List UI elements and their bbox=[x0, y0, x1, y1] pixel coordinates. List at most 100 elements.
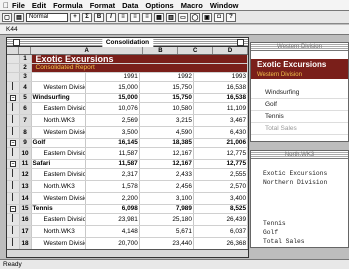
value-cell[interactable]: 25,180 bbox=[139, 213, 194, 226]
menu-formula[interactable]: Formula bbox=[53, 1, 83, 10]
column-header-a[interactable]: A bbox=[31, 47, 144, 54]
align-left-icon[interactable]: ≡ bbox=[118, 12, 128, 22]
value-cell[interactable]: 5,671 bbox=[139, 225, 194, 238]
menu-window[interactable]: Window bbox=[210, 1, 239, 10]
value-cell[interactable]: 26,439 bbox=[193, 213, 248, 226]
value-cell[interactable]: 3,400 bbox=[193, 192, 248, 205]
menu-macro[interactable]: Macro bbox=[181, 1, 203, 10]
row-header[interactable]: 5 bbox=[19, 93, 32, 103]
row-label-cell[interactable]: Eastern Division bbox=[31, 168, 86, 181]
row-header[interactable]: 4 bbox=[19, 81, 32, 94]
row-header[interactable]: 18 bbox=[19, 237, 32, 250]
value-cell[interactable]: 6,037 bbox=[193, 225, 248, 238]
column-header-c[interactable]: C bbox=[178, 47, 214, 54]
row-label-cell[interactable]: Windsurfing bbox=[31, 93, 86, 103]
row-header[interactable]: 7 bbox=[19, 114, 32, 127]
select-all-corner[interactable] bbox=[19, 47, 31, 54]
menu-data[interactable]: Data bbox=[122, 1, 138, 10]
value-cell[interactable]: 16,145 bbox=[85, 138, 140, 148]
row-label-cell[interactable]: Tennis bbox=[31, 204, 86, 214]
value-cell[interactable]: 12,167 bbox=[139, 159, 194, 169]
value-cell[interactable]: 12,167 bbox=[139, 147, 194, 160]
row-header[interactable]: 14 bbox=[19, 192, 32, 205]
row-label-cell[interactable]: North.WK3 bbox=[31, 114, 86, 127]
menu-options[interactable]: Options bbox=[145, 1, 173, 10]
row-label-cell[interactable]: North.WK3 bbox=[31, 225, 86, 238]
row-header[interactable]: 8 bbox=[19, 126, 32, 139]
year-header[interactable]: 1992 bbox=[139, 72, 194, 82]
value-cell[interactable]: 11,587 bbox=[85, 147, 140, 160]
row-header[interactable]: 11 bbox=[19, 159, 32, 169]
row-label-cell[interactable]: Western Division bbox=[31, 237, 86, 250]
value-cell[interactable]: 2,569 bbox=[85, 114, 140, 127]
row-label-cell[interactable]: Safari bbox=[31, 159, 86, 169]
style-select[interactable]: Normal bbox=[26, 12, 68, 22]
row-header[interactable]: 1 bbox=[19, 55, 32, 64]
zoom-box-icon[interactable] bbox=[237, 39, 244, 46]
text-box-icon[interactable]: ▣ bbox=[202, 12, 212, 22]
value-cell[interactable]: 7,989 bbox=[139, 204, 194, 214]
outline-collapse-icon[interactable]: – bbox=[7, 159, 20, 169]
row-header[interactable]: 12 bbox=[19, 168, 32, 181]
value-cell[interactable]: 6,098 bbox=[85, 204, 140, 214]
bold-button[interactable]: B bbox=[94, 12, 104, 22]
sheet-subtitle[interactable]: Consolidated Report bbox=[31, 63, 248, 73]
value-cell[interactable]: 3,100 bbox=[139, 192, 194, 205]
row-header[interactable]: 3 bbox=[19, 72, 32, 82]
value-cell[interactable]: 12,775 bbox=[193, 147, 248, 160]
chart-icon[interactable]: ▥ bbox=[166, 12, 176, 22]
open-icon[interactable]: ▤ bbox=[14, 12, 24, 22]
value-cell[interactable]: 10,076 bbox=[85, 102, 140, 115]
drawing-icon[interactable]: ◯ bbox=[190, 12, 200, 22]
outline-collapse-icon[interactable]: – bbox=[7, 204, 20, 214]
sheet-title[interactable]: Exotic Excursions bbox=[31, 55, 248, 64]
value-cell[interactable]: 15,000 bbox=[85, 81, 140, 94]
value-cell[interactable]: 11,587 bbox=[85, 159, 140, 169]
row-header[interactable]: 10 bbox=[19, 147, 32, 160]
row-header[interactable]: 9 bbox=[19, 138, 32, 148]
value-cell[interactable]: 1,578 bbox=[85, 180, 140, 193]
value-cell[interactable]: 4,148 bbox=[85, 225, 140, 238]
row-label-cell[interactable]: North.WK3 bbox=[31, 180, 86, 193]
select-icon[interactable]: ▭ bbox=[178, 12, 188, 22]
value-cell[interactable]: 2,570 bbox=[193, 180, 248, 193]
consolidation-window[interactable]: Consolidation A B C D 1 Exotic Excursion… bbox=[6, 37, 249, 258]
row-label-cell[interactable]: Western Division bbox=[31, 126, 86, 139]
align-right-icon[interactable]: ≡ bbox=[142, 12, 152, 22]
value-cell[interactable]: 8,525 bbox=[193, 204, 248, 214]
value-cell[interactable]: 6,430 bbox=[193, 126, 248, 139]
year-header[interactable]: 1991 bbox=[85, 72, 140, 82]
column-header-d[interactable]: D bbox=[213, 47, 248, 54]
align-center-icon[interactable]: ≡ bbox=[130, 12, 140, 22]
row-label-cell[interactable]: Eastern Division bbox=[31, 147, 86, 160]
close-box-icon[interactable] bbox=[13, 39, 20, 46]
value-cell[interactable]: 2,200 bbox=[85, 192, 140, 205]
row-label-cell[interactable]: Eastern Division bbox=[31, 102, 86, 115]
row-label-cell[interactable]: Western Division bbox=[31, 81, 86, 94]
row-header[interactable]: 16 bbox=[19, 213, 32, 226]
value-cell[interactable]: 3,500 bbox=[85, 126, 140, 139]
row-label-cell[interactable]: Western Division bbox=[31, 192, 86, 205]
horizontal-scrollbar[interactable] bbox=[7, 249, 248, 257]
value-cell[interactable]: 16,538 bbox=[193, 81, 248, 94]
cell[interactable] bbox=[31, 72, 86, 82]
autosum-button[interactable]: Σ bbox=[82, 12, 92, 22]
row-header[interactable]: 6 bbox=[19, 102, 32, 115]
value-cell[interactable]: 3,215 bbox=[139, 114, 194, 127]
row-header[interactable]: 17 bbox=[19, 225, 32, 238]
value-cell[interactable]: 3,467 bbox=[193, 114, 248, 127]
value-cell[interactable]: 23,440 bbox=[139, 237, 194, 250]
column-header-b[interactable]: B bbox=[143, 47, 179, 54]
value-cell[interactable]: 15,750 bbox=[139, 81, 194, 94]
italic-button[interactable]: I bbox=[106, 12, 116, 22]
formula-bar[interactable]: K44 bbox=[0, 25, 349, 35]
help-icon[interactable]: ? bbox=[226, 12, 236, 22]
value-cell[interactable]: 23,981 bbox=[85, 213, 140, 226]
camera-icon[interactable]: ◘ bbox=[214, 12, 224, 22]
new-sheet-icon[interactable]: ▢ bbox=[2, 12, 12, 22]
year-header[interactable]: 1993 bbox=[193, 72, 248, 82]
value-cell[interactable]: 2,456 bbox=[139, 180, 194, 193]
outline-collapse-icon[interactable]: – bbox=[7, 138, 20, 148]
border-icon[interactable]: ▦ bbox=[154, 12, 164, 22]
value-cell[interactable]: 2,317 bbox=[85, 168, 140, 181]
